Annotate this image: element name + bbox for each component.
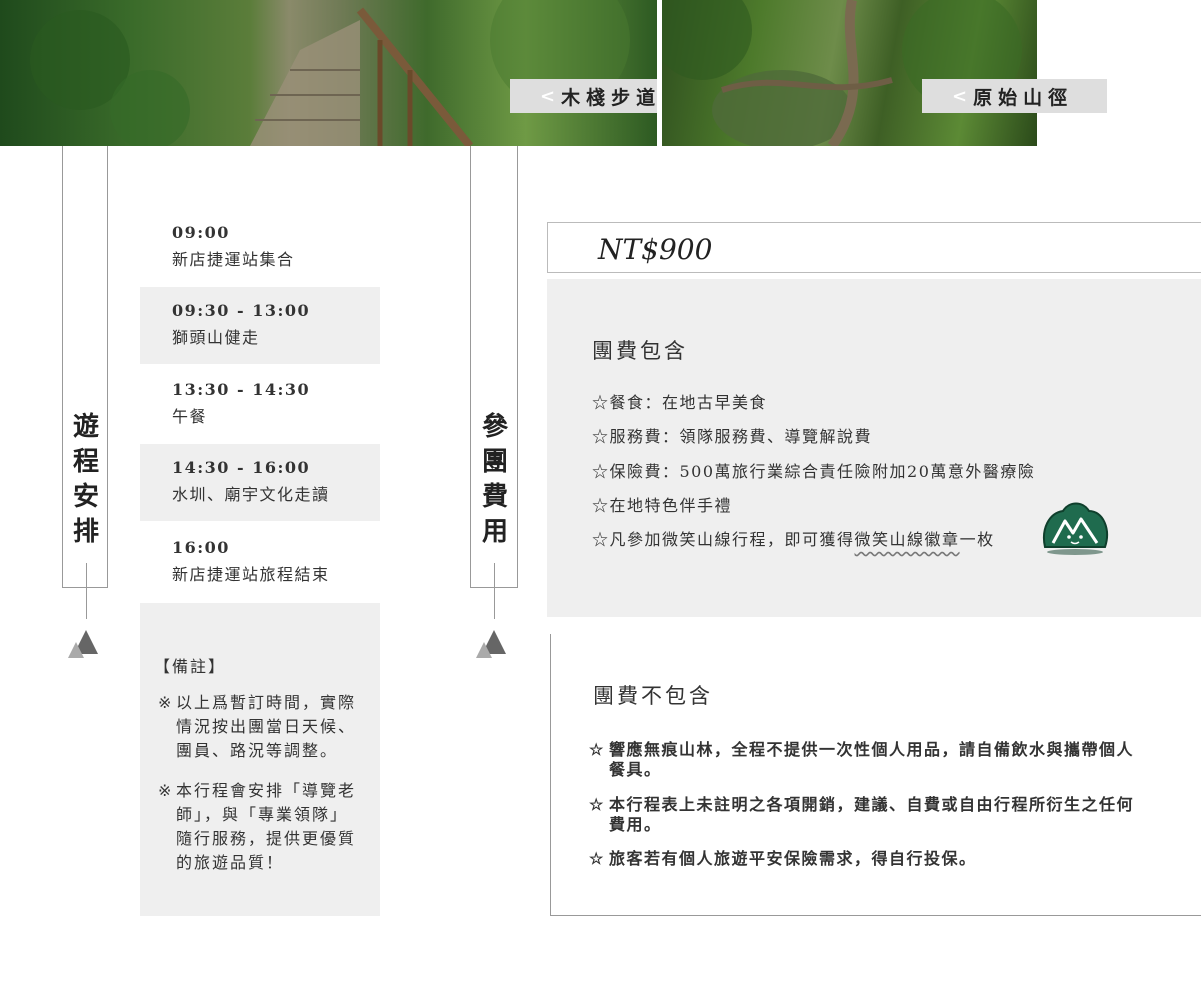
fee-tab-label: 參 團 費 用 [481, 412, 508, 547]
schedule-tab: 遊 程 安 排 [62, 146, 108, 588]
note-item: ※ 以上爲暫訂時間，實際情況按出團當日天候、團員、路況等調整。 [158, 693, 357, 760]
boardwalk-illustration [30, 0, 630, 146]
photo-label-boardwalk[interactable]: < 木棧步道 [510, 79, 657, 113]
excluded-item: ☆ 本行程表上未註明之各項開銷，建議、自費或自由行程所衍生之任何費用。 [589, 795, 1135, 834]
tab-connector-line [86, 563, 87, 619]
excluded-item: ☆ 旅客若有個人旅遊平安保險需求，得自行投保。 [589, 849, 977, 868]
schedule-item: 09:30 - 13:00 獅頭山健走 [140, 287, 380, 364]
price-box: NT$900 [547, 222, 1201, 273]
included-item: ☆餐食：在地古早美食 [592, 393, 768, 412]
schedule-item: 13:30 - 14:30 午餐 [172, 380, 311, 426]
included-item-badge: ☆凡參加微笑山線行程，即可獲得微笑山線徽章一枚 [592, 530, 995, 549]
trail-illustration [662, 0, 1022, 146]
photo-boardwalk: < 木棧步道 [0, 0, 657, 146]
chevron-left-icon: < [540, 85, 556, 107]
included-item: ☆服務費：領隊服務費、導覽解說費 [592, 427, 873, 446]
price-value: NT$900 [598, 233, 713, 266]
smile-mountain-badge-icon [1043, 502, 1108, 555]
schedule-item: 09:00 新店捷運站集合 [172, 223, 295, 269]
included-item: ☆在地特色伴手禮 [592, 496, 733, 515]
excluded-item: ☆ 響應無痕山林，全程不提供一次性個人用品，請自備飲水與攜帶個人餐具。 [589, 740, 1135, 779]
tab-connector-line [494, 563, 495, 619]
note-item: ※ 本行程會安排「導覽老師」，與「專業領隊」隨行服務，提供更優質的旅遊品質！ [158, 781, 357, 872]
schedule-item: 14:30 - 16:00 水圳、廟宇文化走讀 [140, 444, 380, 521]
notes-title: 【備註】 [154, 657, 227, 676]
mountain-triangle-icon [476, 630, 506, 658]
excluded-title: 團費不包含 [593, 684, 713, 708]
fee-tab: 參 團 費 用 [470, 146, 518, 588]
excluded-panel: 團費不包含 ☆ 響應無痕山林，全程不提供一次性個人用品，請自備飲水與攜帶個人餐具… [550, 634, 1201, 916]
photo-label-trail[interactable]: < 原始山徑 [922, 79, 1107, 113]
schedule-tab-label: 遊 程 安 排 [72, 412, 99, 547]
chevron-left-icon: < [952, 85, 968, 107]
photo-trail [662, 0, 1037, 146]
photo-label-text: 木棧步道 [561, 86, 657, 109]
included-title: 團費包含 [592, 339, 688, 363]
badge-highlight: 微笑山線徽章 [854, 530, 960, 549]
included-item: ☆保險費：500萬旅行業綜合責任險附加20萬意外醫療險 [592, 462, 1036, 481]
notes-panel: 【備註】 ※ 以上爲暫訂時間，實際情況按出團當日天候、團員、路況等調整。 ※ 本… [140, 603, 380, 916]
photo-label-text: 原始山徑 [973, 86, 1074, 109]
mountain-triangle-icon [68, 630, 98, 658]
schedule-item: 16:00 新店捷運站旅程結束 [172, 538, 330, 584]
included-panel: 團費包含 ☆餐食：在地古早美食 ☆服務費：領隊服務費、導覽解說費 ☆保險費：50… [547, 279, 1201, 617]
